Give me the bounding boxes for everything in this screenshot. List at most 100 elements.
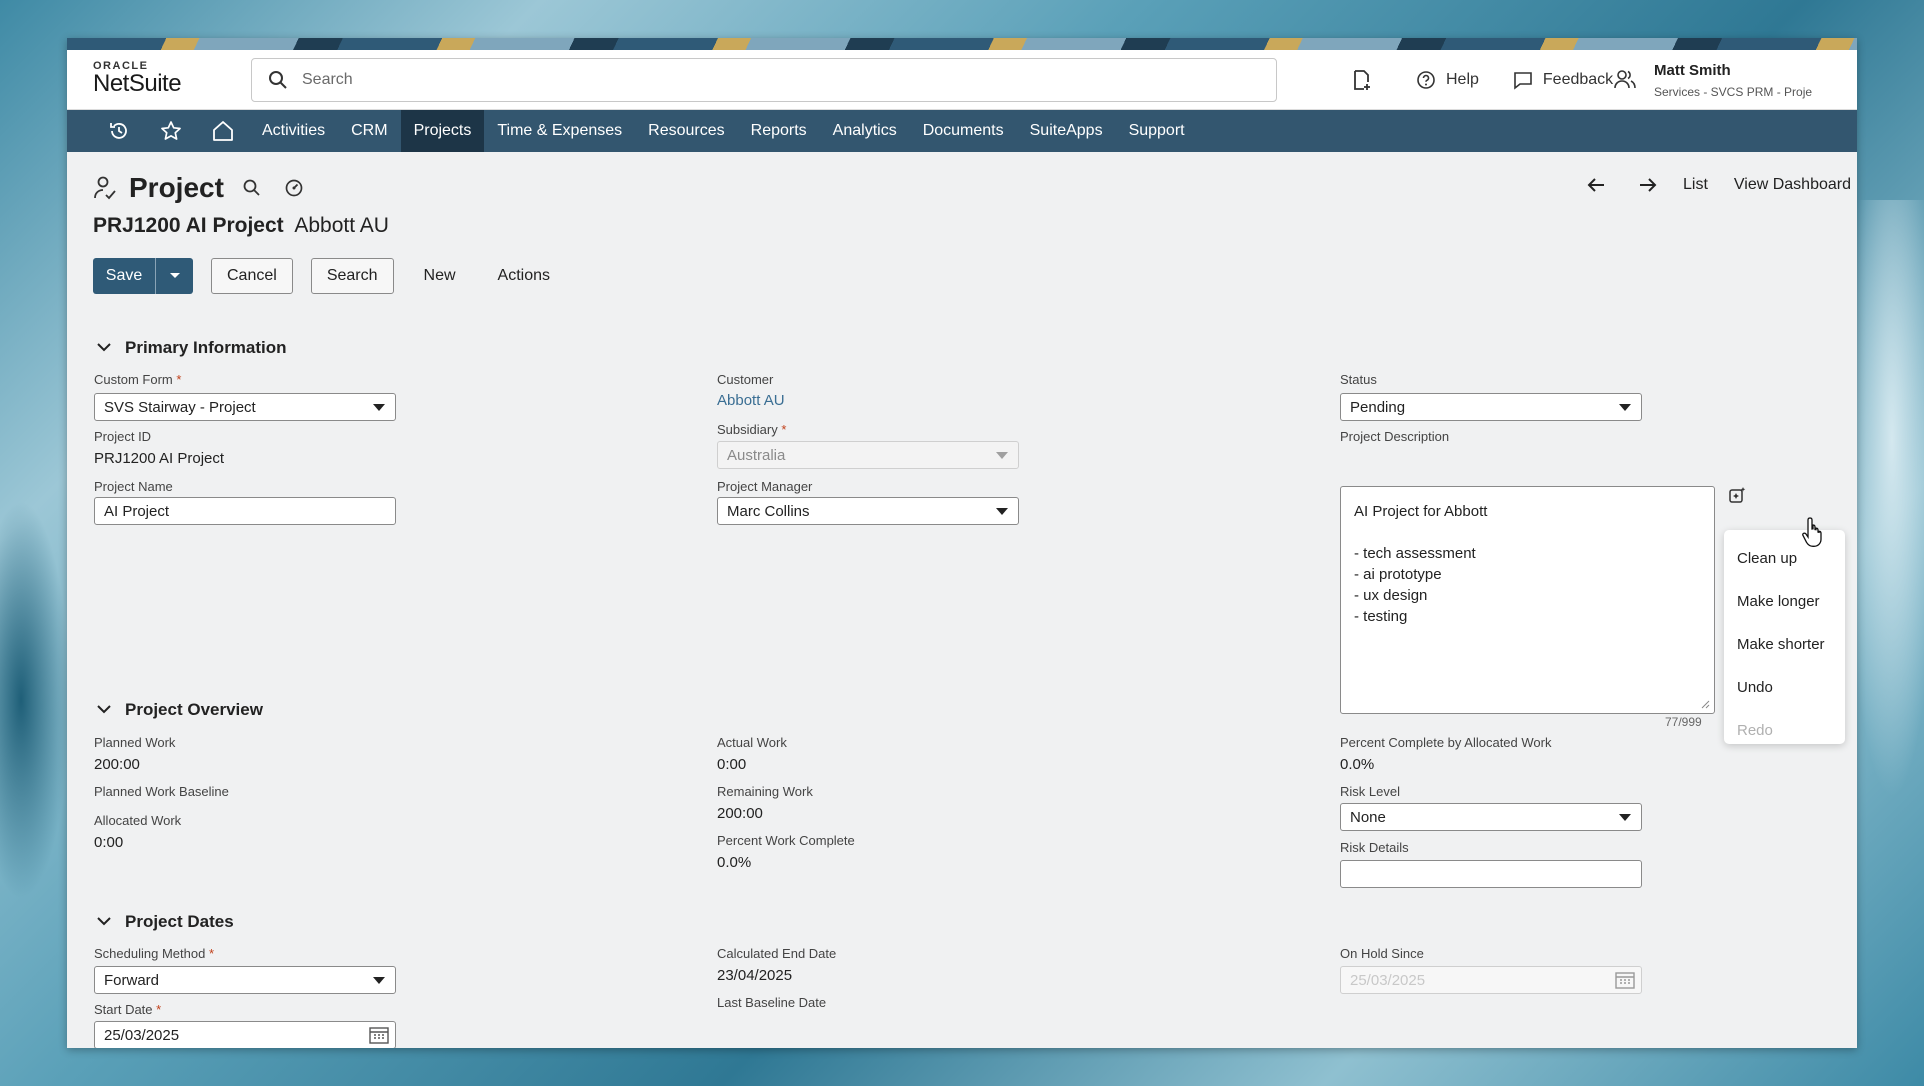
save-button[interactable]: Save — [93, 258, 155, 294]
chevron-down-icon — [97, 705, 111, 714]
status-select[interactable]: Pending — [1340, 393, 1642, 421]
section-project-dates[interactable]: Project Dates — [97, 912, 234, 932]
user-roles-icon[interactable] — [1614, 68, 1636, 90]
view-dashboard-link[interactable]: View Dashboard — [1734, 176, 1851, 194]
menu-item-clean-up[interactable]: Clean up — [1737, 550, 1797, 567]
cancel-button[interactable]: Cancel — [211, 258, 293, 294]
scheduling-method-select[interactable]: Forward — [94, 966, 396, 994]
nav-analytics[interactable]: Analytics — [820, 110, 910, 152]
decorative-stripe — [67, 38, 1857, 50]
nav-activities[interactable]: Activities — [249, 110, 338, 152]
recent-button[interactable] — [93, 110, 145, 152]
allocated-work-label: Allocated Work — [94, 813, 182, 828]
help-button[interactable]: Help — [1416, 70, 1479, 90]
nav-suiteapps[interactable]: SuiteApps — [1017, 110, 1116, 152]
menu-item-redo: Redo — [1737, 722, 1773, 739]
project-id-label: Project ID — [94, 429, 152, 444]
record-title: PRJ1200 AI Project Abbott AU — [93, 214, 389, 238]
calendar-icon[interactable] — [369, 1026, 389, 1044]
resize-handle-icon[interactable] — [1700, 699, 1710, 709]
start-date-label: Start Date * — [94, 1002, 162, 1017]
nav-time-expenses[interactable]: Time & Expenses — [484, 110, 635, 152]
new-button[interactable]: New — [424, 267, 456, 285]
section-title: Primary Information — [125, 338, 287, 357]
chevron-down-icon — [1619, 814, 1631, 821]
main-nav: Activities CRM Projects Time & Expenses … — [67, 110, 1857, 152]
chevron-down-icon — [169, 273, 180, 278]
section-project-overview[interactable]: Project Overview — [97, 700, 263, 720]
menu-item-make-longer[interactable]: Make longer — [1737, 593, 1820, 610]
actual-work-value: 0:00 — [717, 756, 747, 773]
nav-crm[interactable]: CRM — [338, 110, 400, 152]
user-role: Services - SVCS PRM - Proje — [1654, 85, 1813, 99]
percent-work-complete-label: Percent Work Complete — [717, 833, 855, 848]
chevron-down-icon — [373, 404, 385, 411]
status-value: Pending — [1350, 398, 1406, 416]
nav-resources[interactable]: Resources — [635, 110, 737, 152]
page-title: Project — [129, 172, 224, 203]
menu-item-undo[interactable]: Undo — [1737, 679, 1773, 696]
home-button[interactable] — [197, 110, 249, 152]
actual-work-label: Actual Work — [717, 735, 787, 750]
description-line — [1354, 522, 1701, 543]
calendar-icon — [1615, 972, 1635, 989]
custom-form-select[interactable]: SVS Stairway - Project — [94, 393, 396, 421]
netsuite-logo[interactable]: ORACLE NetSuite — [93, 60, 203, 96]
feedback-label: Feedback — [1542, 71, 1614, 88]
risk-level-value: None — [1350, 808, 1386, 826]
nav-projects[interactable]: Projects — [400, 110, 485, 152]
search-input[interactable] — [302, 71, 1202, 89]
arrow-right-icon[interactable] — [1639, 178, 1657, 192]
risk-details-field[interactable] — [1340, 860, 1642, 888]
risk-level-label: Risk Level — [1340, 784, 1400, 799]
chevron-down-icon — [1619, 404, 1631, 411]
feedback-button[interactable]: Feedback — [1513, 70, 1613, 90]
risk-details-label: Risk Details — [1340, 840, 1409, 855]
percent-allocated-label: Percent Complete by Allocated Work — [1340, 735, 1552, 750]
description-line: AI Project for Abbott — [1354, 503, 1488, 520]
calculated-end-date-value: 23/04/2025 — [717, 967, 793, 984]
project-name-value: AI Project — [104, 502, 170, 520]
section-primary-information[interactable]: Primary Information — [97, 338, 287, 358]
history-icon — [110, 123, 127, 139]
record-id: PRJ1200 AI Project — [93, 214, 284, 237]
dashboard-gauge-icon[interactable] — [284, 178, 304, 198]
nav-reports[interactable]: Reports — [738, 110, 820, 152]
home-icon — [213, 121, 233, 141]
menu-item-make-shorter[interactable]: Make shorter — [1737, 636, 1825, 653]
subsidiary-value: Australia — [727, 446, 786, 464]
project-name-field[interactable]: AI Project — [94, 497, 396, 525]
start-date-field[interactable]: 25/03/2025 — [94, 1021, 396, 1048]
search-button[interactable]: Search — [310, 258, 394, 294]
arrow-left-icon[interactable] — [1587, 178, 1605, 192]
ai-sparkle-icon[interactable] — [1729, 486, 1747, 504]
recent-records-button[interactable] — [1352, 69, 1382, 91]
project-description-textarea[interactable]: AI Project for Abbott - tech assessment … — [1340, 486, 1715, 714]
remaining-work-label: Remaining Work — [717, 784, 813, 799]
list-link[interactable]: List — [1683, 176, 1708, 194]
favorites-button[interactable] — [145, 110, 197, 152]
section-title: Project Dates — [125, 912, 234, 931]
on-hold-since-placeholder: 25/03/2025 — [1350, 971, 1426, 989]
netsuite-window: ORACLE NetSuite Help Feedback Matt Smith… — [67, 38, 1857, 1048]
on-hold-since-field: 25/03/2025 — [1340, 966, 1642, 994]
chevron-down-icon — [97, 343, 111, 352]
description-counter: 77/999 — [1665, 715, 1702, 729]
project-manager-value: Marc Collins — [727, 502, 810, 520]
user-menu[interactable]: Matt Smith Services - SVCS PRM - Proje — [1654, 62, 1812, 99]
save-options-button[interactable] — [155, 258, 193, 294]
planned-work-value: 200:00 — [94, 756, 140, 773]
subsidiary-select: Australia — [717, 441, 1019, 469]
risk-level-select[interactable]: None — [1340, 803, 1642, 831]
global-search[interactable] — [251, 58, 1277, 102]
description-line: - tech assessment — [1354, 545, 1476, 562]
nav-support[interactable]: Support — [1116, 110, 1198, 152]
nav-documents[interactable]: Documents — [910, 110, 1017, 152]
project-manager-select[interactable]: Marc Collins — [717, 497, 1019, 525]
start-date-value: 25/03/2025 — [104, 1026, 180, 1044]
search-icon — [269, 71, 287, 89]
search-icon[interactable] — [242, 178, 262, 198]
actions-button[interactable]: Actions — [498, 267, 550, 285]
section-title: Project Overview — [125, 700, 263, 719]
customer-link[interactable]: Abbott AU — [717, 392, 785, 409]
